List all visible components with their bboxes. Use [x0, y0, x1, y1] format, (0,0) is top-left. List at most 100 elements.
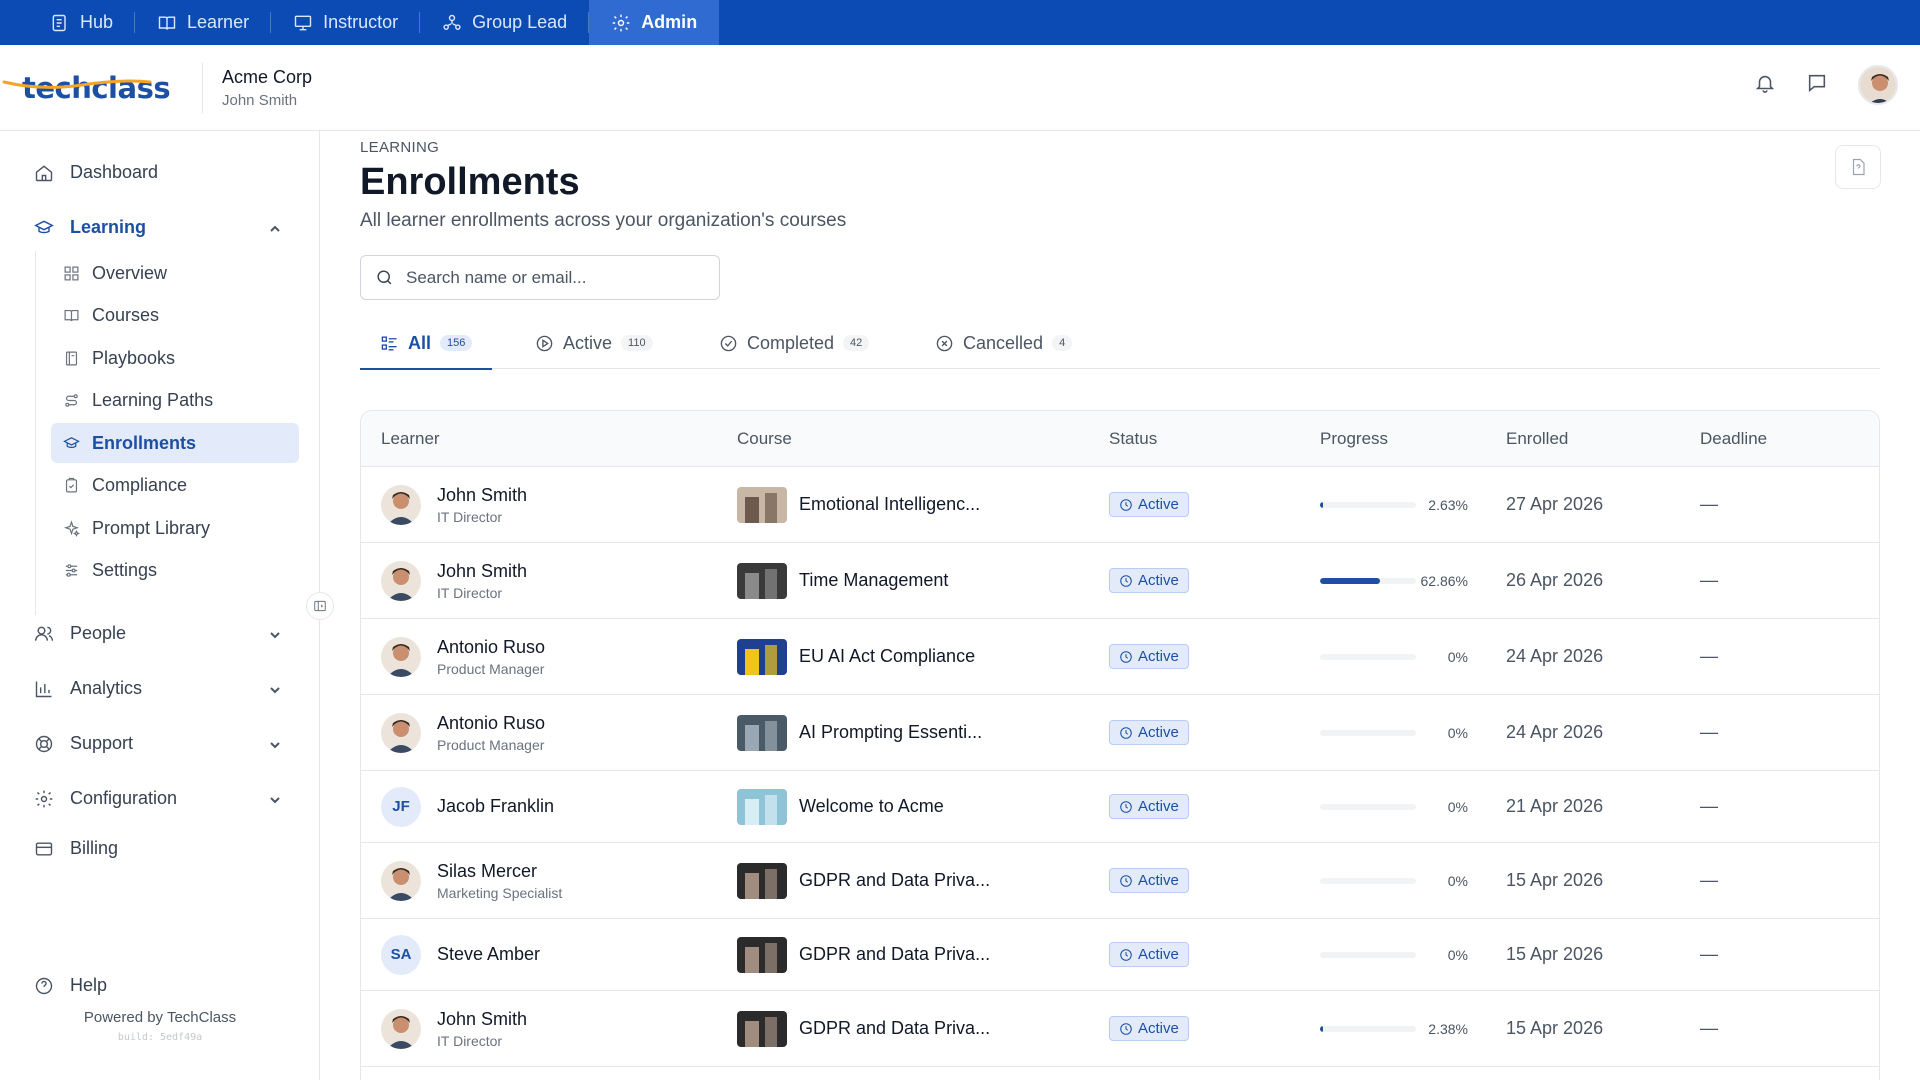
tab-group-lead-label: Group Lead — [472, 12, 568, 32]
sidebar-item-help[interactable]: Help — [34, 975, 107, 996]
messages-button[interactable] — [1806, 72, 1828, 99]
chevron-down-icon[interactable] — [268, 738, 282, 752]
page-help-button[interactable] — [1835, 145, 1881, 189]
learner-cell[interactable]: John Smith IT Director — [381, 467, 527, 542]
collapse-sidebar-button[interactable] — [306, 592, 334, 620]
table-row[interactable]: Antonio Ruso Product Manager EU AI Act Com… — [361, 619, 1879, 695]
sidebar-item-compliance[interactable]: Compliance — [51, 465, 299, 505]
clock-icon — [1120, 726, 1132, 739]
learner-role: IT Director — [437, 584, 503, 601]
learner-cell[interactable]: Silas Mercer Marketing Specialist — [381, 843, 562, 918]
progress-percent: 2.63% — [1428, 496, 1468, 513]
tab-learner[interactable]: Learner — [135, 0, 272, 45]
sidebar-section-configuration[interactable]: Configuration — [34, 788, 177, 809]
learner-cell[interactable]: John Smith IT Director — [381, 543, 527, 618]
sidebar-item-courses[interactable]: Courses — [51, 295, 299, 335]
status-cell: Active — [1109, 991, 1189, 1066]
tab-group-lead[interactable]: Group Lead — [420, 0, 590, 45]
sidebar-section-analytics-label: Analytics — [70, 678, 143, 698]
tab-hub[interactable]: Hub — [28, 0, 136, 45]
sidebar-section-people[interactable]: People — [34, 623, 126, 644]
column-status[interactable]: Status — [1109, 429, 1157, 449]
avatar-photo — [381, 712, 421, 753]
avatar-photo — [381, 484, 421, 525]
clock-icon — [1120, 650, 1132, 663]
sliders-icon — [65, 563, 78, 577]
column-deadline[interactable]: Deadline — [1700, 429, 1767, 449]
course-cell[interactable]: GDPR and Data Priva... — [737, 843, 990, 918]
sidebar-item-learning-paths[interactable]: Learning Paths — [51, 380, 299, 420]
search-box[interactable] — [360, 255, 720, 300]
sidebar-section-analytics[interactable]: Analytics — [34, 678, 142, 699]
org-switcher[interactable]: Acme Corp John Smith — [222, 67, 312, 109]
course-cell[interactable]: Emotional Intelligenc... — [737, 467, 980, 542]
learner-cell[interactable]: Antonio Ruso Product Manager — [381, 619, 545, 694]
sidebar-item-enrollments[interactable]: Enrollments — [51, 423, 299, 463]
tab-instructor[interactable]: Instructor — [271, 0, 421, 45]
enrolled-date: 24 Apr 2026 — [1506, 722, 1604, 742]
table-row[interactable]: John Smith IT Director Time Management Acti… — [361, 543, 1879, 619]
course-cell[interactable]: GDPR and Data Priva... — [737, 991, 990, 1066]
sidebar-section-support-label: Support — [70, 733, 134, 753]
course-cell[interactable]: AI Prompting Essenti... — [737, 695, 982, 770]
user-avatar[interactable] — [1858, 65, 1898, 105]
course-name: GDPR and Data Priva... — [799, 1018, 991, 1038]
chevron-down-icon[interactable] — [268, 628, 282, 642]
column-course[interactable]: Course — [737, 429, 792, 449]
table-row[interactable]: Antonio Ruso Product Manager AI Prompting … — [361, 695, 1879, 771]
filter-tab-all[interactable]: All 156 — [359, 317, 493, 370]
filter-tab-completed-label: Completed — [747, 332, 835, 353]
chevron-down-icon[interactable] — [268, 683, 282, 697]
deadline-value: — — [1700, 570, 1718, 590]
learner-cell[interactable]: Antonio Ruso Product Manager — [381, 695, 545, 770]
sidebar-item-prompt-library[interactable]: Prompt Library — [51, 508, 299, 548]
table-row[interactable]: Silas Mercer Marketing Specialist GDPR and… — [361, 843, 1879, 919]
filter-tab-active[interactable]: Active 110 — [535, 317, 653, 369]
learner-avatar-initials: SA — [381, 934, 421, 975]
course-cell[interactable]: GDPR and Data Priva... — [737, 919, 990, 990]
gear-icon — [35, 790, 53, 807]
learner-cell[interactable]: John Smith IT Director — [381, 991, 527, 1066]
avatar-photo — [381, 860, 421, 901]
clock-icon — [1120, 874, 1132, 887]
course-cell[interactable]: EU AI Act Compliance — [737, 619, 975, 694]
notifications-button[interactable] — [1754, 72, 1776, 99]
chevron-up-icon[interactable] — [268, 222, 282, 236]
course-cell[interactable]: Time Management — [737, 543, 948, 618]
graduation-cap-icon — [34, 220, 54, 233]
techclass-logo[interactable]: techclass — [2, 63, 182, 113]
sidebar: Dashboard Learning Overview Courses Play… — [0, 131, 320, 1080]
sidebar-item-billing[interactable]: Billing — [34, 838, 118, 859]
list-icon — [381, 335, 397, 351]
filter-tab-cancelled[interactable]: Cancelled 4 — [935, 317, 1073, 369]
course-thumbnail — [737, 714, 787, 751]
table-row[interactable]: John Smith IT Director GDPR and Data Priva… — [361, 991, 1879, 1067]
column-progress[interactable]: Progress — [1320, 429, 1388, 449]
table-row[interactable]: SA Steve Amber GDPR and Data Priva... Activ… — [361, 919, 1879, 991]
chevron-down-icon[interactable] — [268, 793, 282, 807]
course-cell[interactable]: Welcome to Acme — [737, 771, 944, 842]
learner-avatar — [381, 1008, 421, 1049]
learner-role: Product Manager — [437, 736, 545, 753]
column-enrolled[interactable]: Enrolled — [1506, 429, 1568, 449]
sidebar-item-settings[interactable]: Settings — [51, 550, 299, 590]
presentation-icon — [294, 15, 312, 30]
progress-bar — [1320, 577, 1416, 584]
column-learner[interactable]: Learner — [381, 429, 440, 449]
status-text: Active — [1138, 496, 1179, 513]
tab-admin[interactable]: Admin — [589, 0, 720, 45]
learner-cell[interactable]: JF Jacob Franklin — [381, 771, 554, 842]
sidebar-item-overview[interactable]: Overview — [51, 253, 299, 293]
sidebar-section-learning[interactable]: Learning — [34, 217, 146, 238]
sidebar-item-playbooks[interactable]: Playbooks — [51, 338, 299, 378]
learner-cell[interactable]: SA Steve Amber — [381, 919, 540, 990]
hub-icon — [52, 14, 66, 31]
search-input[interactable] — [406, 267, 696, 288]
sidebar-section-support[interactable]: Support — [34, 733, 133, 754]
table-row[interactable]: John Smith IT Director Emotional Intellige… — [361, 467, 1879, 543]
filter-tab-completed[interactable]: Completed 42 — [719, 317, 870, 369]
course-name: GDPR and Data Priva... — [799, 944, 991, 964]
table-row[interactable]: JF Jacob Franklin Welcome to Acme Active 0% 2… — [361, 771, 1879, 843]
sidebar-item-dashboard[interactable]: Dashboard — [34, 162, 158, 183]
book-open-icon — [64, 309, 79, 321]
